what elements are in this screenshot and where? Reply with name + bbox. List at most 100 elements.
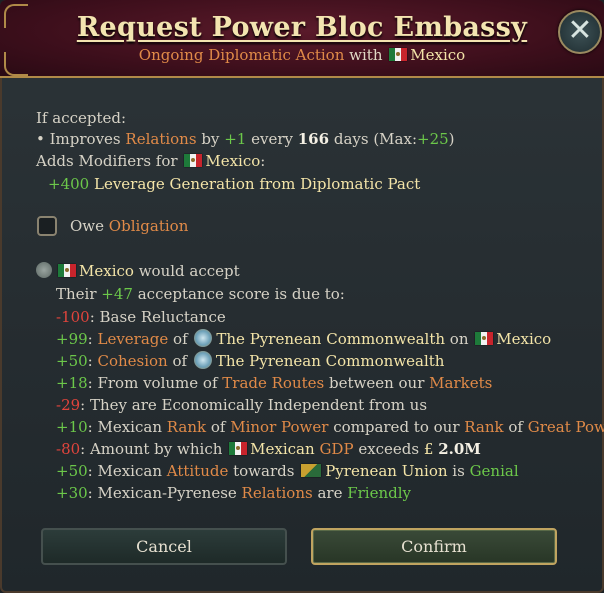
factor-text: Great Power [527, 418, 604, 436]
accepting-country: Mexico [79, 262, 134, 280]
acceptance-factor-row: +50: Mexican Attitude towards Pyrenean U… [56, 461, 519, 481]
relations-effect: • Improves Relations by +1 every 166 day… [36, 129, 455, 149]
factor-text: : They are Economically Independent from… [80, 396, 428, 414]
factor-text: Leverage [97, 330, 169, 348]
factor-text: : [87, 352, 98, 370]
mexico-flag-icon [475, 332, 494, 345]
factor-text: of [167, 352, 192, 370]
acceptance-score-line: Their +47 acceptance score is due to: [56, 284, 345, 304]
factor-text: Trade Routes [222, 374, 325, 392]
modifiers-colon: : [260, 152, 266, 170]
by-word: by [201, 130, 220, 148]
factor-text: Markets [429, 374, 493, 392]
factor-text: compared to our [328, 418, 465, 436]
owe-obligation-checkbox[interactable] [37, 216, 57, 236]
days-word: days (Max: [333, 130, 417, 148]
factor-value: +50 [56, 352, 88, 370]
score-prefix: Their [56, 285, 97, 303]
obligation-keyword: Obligation [108, 217, 189, 235]
modifiers-country: Mexico [205, 152, 261, 170]
with-word: with [349, 46, 383, 64]
thumbs-up-icon [36, 262, 52, 278]
factor-text: The Pyrenean Commonwealth [215, 352, 445, 370]
factor-value: +30 [56, 484, 88, 502]
owe-word: Owe [70, 217, 105, 235]
acceptance-factor-row: +30: Mexican-Pyrenese Relations are Frie… [56, 483, 411, 503]
owe-obligation-label: Owe Obligation [70, 216, 188, 236]
factor-value: -29 [56, 396, 81, 414]
dialog-title: Request Power Bloc Embassy [76, 12, 528, 43]
relations-amount: +1 [224, 130, 247, 148]
acceptance-factor-row: +10: Mexican Rank of Minor Power compare… [56, 417, 604, 437]
pyrenean-emblem-icon [193, 351, 212, 369]
factor-value: +18 [56, 374, 88, 392]
factor-text: towards [228, 462, 300, 480]
factor-text: is [447, 462, 470, 480]
days-value: 166 [297, 130, 330, 148]
factor-text: Minor Power [230, 418, 329, 436]
factor-text: exceeds [353, 440, 424, 458]
every-word: every [251, 130, 293, 148]
max-value: +25 [417, 130, 449, 148]
factor-text: £ [423, 440, 434, 458]
factor-text: between our [324, 374, 430, 392]
factor-text: on [445, 330, 474, 348]
acceptance-verdict: Mexico would accept [36, 261, 240, 281]
factor-text: Genial [469, 462, 519, 480]
mexico-flag-icon [184, 154, 203, 167]
close-button[interactable]: ✕ [558, 10, 602, 54]
factor-value: +50 [56, 462, 88, 480]
factor-text: Rank [464, 418, 504, 436]
factor-text: The Pyrenean Commonwealth [216, 330, 446, 348]
factor-text: : Amount by which [80, 440, 228, 458]
factor-text: Mexico [496, 330, 552, 348]
pyrenean-union-flag-icon [301, 464, 322, 477]
factor-text: of [206, 418, 231, 436]
modifier-line: +400 Leverage Generation from Diplomatic… [48, 174, 420, 194]
pyrenean-emblem-icon [194, 329, 213, 347]
factor-value: +10 [56, 418, 88, 436]
factor-text: : Mexican [87, 418, 167, 436]
mexico-flag-icon [389, 48, 408, 61]
factor-text: are [312, 484, 348, 502]
modifier-text: Leverage Generation from Diplomatic Pact [93, 175, 421, 193]
factor-text: GDP [319, 440, 354, 458]
acceptance-factor-row: -80: Amount by which Mexican GDP exceeds… [56, 439, 481, 459]
modifier-value: +400 [48, 175, 90, 193]
factor-value: +99 [56, 330, 88, 348]
if-accepted-label: If accepted: [36, 109, 127, 127]
mexico-flag-icon [229, 442, 248, 455]
acceptance-factor-row: -100: Base Reluctance [56, 307, 226, 327]
factor-text: Relations [241, 484, 313, 502]
acceptance-factor-row: +99: Leverage of The Pyrenean Commonweal… [56, 329, 551, 349]
cancel-button[interactable]: Cancel [41, 528, 287, 565]
factor-text: Attitude [166, 462, 229, 480]
factor-text: Rank [166, 418, 207, 436]
adds-modifiers-line: Adds Modifiers for Mexico: [36, 151, 265, 171]
close-paren: ) [448, 130, 455, 148]
factor-text: 2.0M [438, 440, 481, 458]
factor-text: Friendly [347, 484, 412, 502]
factor-value: -80 [56, 440, 81, 458]
factor-value: -100 [56, 308, 90, 326]
dialog-header: Request Power Bloc Embassy Ongoing Diplo… [0, 0, 604, 78]
verdict-text: would accept [138, 262, 240, 280]
mexico-flag-icon [58, 264, 76, 277]
factor-text: : Base Reluctance [89, 308, 226, 326]
adds-modifiers-label: Adds Modifiers for [36, 152, 178, 170]
factor-text: : From volume of [87, 374, 223, 392]
action-type: Ongoing Diplomatic Action [138, 46, 345, 64]
target-country: Mexico [410, 46, 466, 64]
score-suffix: acceptance score is due to: [137, 285, 345, 303]
effect-prefix: • Improves [36, 130, 121, 148]
acceptance-factor-row: -29: They are Economically Independent f… [56, 395, 427, 415]
factor-text: Pyrenean Union [325, 462, 448, 480]
factor-text: Cohesion [97, 352, 168, 370]
factor-text: : [87, 330, 98, 348]
factor-text: : Mexican [87, 462, 167, 480]
factor-text: : Mexican-Pyrenese [87, 484, 242, 502]
confirm-button[interactable]: Confirm [311, 528, 557, 565]
factor-text: of [168, 330, 193, 348]
acceptance-factor-row: +18: From volume of Trade Routes between… [56, 373, 492, 393]
factor-text: Mexican [250, 440, 315, 458]
